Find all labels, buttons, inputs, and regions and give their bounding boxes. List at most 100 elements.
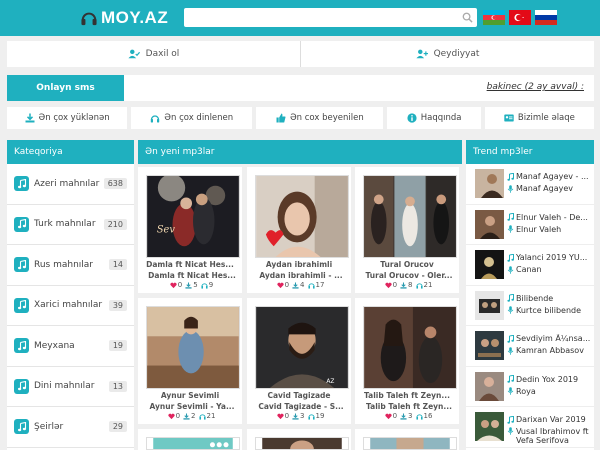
- song-card[interactable]: Aynur Sevimli Aynur Sevimli - Ya... 0 2 …: [138, 298, 242, 424]
- category-item-meyxana[interactable]: Meyxana 19: [7, 326, 134, 367]
- search-icon[interactable]: [462, 12, 473, 23]
- nav-most-liked[interactable]: Ən cox beyenilen: [256, 107, 384, 129]
- category-count-badge: 29: [108, 421, 127, 432]
- song-card[interactable]: [355, 429, 459, 450]
- nav-label: Ən cox beyenilen: [289, 113, 364, 123]
- tr-flag[interactable]: [509, 10, 531, 25]
- trend-item[interactable]: Yalanci 2019 YU... Canan: [466, 245, 594, 286]
- like-count: 0: [392, 412, 398, 420]
- download-icon: [185, 281, 192, 289]
- category-item-xarici[interactable]: Xarici mahnılar 39: [7, 286, 134, 326]
- song-card[interactable]: Sev Damla ft Nicat Hes... Damla ft Nicat…: [138, 167, 242, 293]
- song-title: Aynur Sevimli - Ya...: [149, 402, 235, 411]
- headphones-icon: [415, 413, 423, 420]
- music-note-icon: [507, 294, 514, 302]
- song-card[interactable]: AZ Cavid Tagizade Cavid Tagizade - S... …: [247, 298, 351, 424]
- nav-contact[interactable]: Bizimle əlaqe: [484, 107, 594, 129]
- song-stats: 0 8 21: [355, 281, 459, 289]
- download-count: 3: [300, 412, 305, 420]
- trend-artist: Kamran Abbasov: [516, 346, 584, 355]
- song-stats: 0 4 17: [247, 281, 351, 289]
- song-card[interactable]: Tural Orucov Tural Orucov - Oler... 0 8 …: [355, 167, 459, 293]
- like-count: 0: [175, 412, 181, 420]
- headphones-icon: [307, 413, 315, 420]
- nav-most-listened[interactable]: Ən çox dinlenen: [131, 107, 253, 129]
- song-card[interactable]: [138, 429, 242, 450]
- heart-icon: [384, 413, 392, 419]
- category-item-seirler[interactable]: Şeirlər 29: [7, 407, 134, 448]
- category-item-azeri[interactable]: Azeri mahnılar 638: [7, 164, 134, 205]
- song-title: Tural Orucov - Oler...: [365, 271, 453, 280]
- music-note-icon: [14, 257, 29, 273]
- trend-song-title: Dedin Yox 2019: [516, 374, 579, 384]
- music-note-icon: [14, 419, 29, 435]
- az-flag[interactable]: [483, 10, 505, 25]
- trend-cover-image: [475, 412, 504, 441]
- song-artist: Aynur Sevimli: [160, 391, 220, 400]
- trend-artist: Canan: [516, 265, 542, 274]
- online-sms-message[interactable]: bakinec (2 ay avval) :: [487, 82, 584, 92]
- download-icon: [400, 281, 407, 289]
- trend-item[interactable]: Manaf Agayev - ... Manaf Agayev: [466, 164, 594, 205]
- online-sms-bar: Onlayn sms bakinec (2 ay avval) :: [7, 75, 594, 101]
- login-label: Daxil ol: [145, 49, 180, 59]
- category-count-badge: 19: [108, 340, 127, 351]
- trend-item[interactable]: Bilibende Kurtce bilibende: [466, 286, 594, 326]
- newest-mp3-grid: Sev Damla ft Nicat Hes... Damla ft Nicat…: [138, 164, 462, 450]
- svg-text:AZ: AZ: [326, 379, 334, 385]
- trend-cover-image: [475, 209, 504, 239]
- site-logo[interactable]: MOY.AZ: [80, 7, 168, 29]
- info-icon: [407, 113, 417, 123]
- register-button[interactable]: Qeydiyyat: [301, 41, 594, 67]
- song-card[interactable]: Aydan ibrahimli Aydan ibrahimli - ... 0 …: [247, 167, 351, 293]
- category-label: Dini mahnılar: [34, 381, 95, 392]
- trend-item[interactable]: Darixan Var 2019 Vusal Ibrahimov ft Vefa…: [466, 407, 594, 448]
- nav-label: Ən çox yüklənən: [38, 113, 110, 123]
- heart-icon: [167, 413, 175, 419]
- trend-item[interactable]: Elnur Valeh - De... Elnur Valeh: [466, 205, 594, 245]
- category-item-dini[interactable]: Dini mahnılar 13: [7, 367, 134, 407]
- headphones-icon: [151, 115, 160, 123]
- album-cover-image: [363, 437, 457, 450]
- trend-cover-image: [475, 331, 504, 360]
- top-bar: MOY.AZ: [0, 0, 600, 36]
- song-artist: Damla ft Nicat Hes...: [146, 260, 234, 269]
- category-count-badge: 13: [108, 380, 127, 392]
- song-card[interactable]: [247, 429, 351, 450]
- category-label: Şeirlər: [34, 421, 64, 432]
- trend-artist: Manaf Agayev: [516, 184, 573, 193]
- song-artist: Talib Taleh ft Zeyn...: [364, 391, 450, 400]
- listen-count: 21: [206, 412, 216, 420]
- download-icon: [25, 113, 35, 123]
- category-label: Azeri mahnılar: [34, 178, 100, 189]
- trend-list: Manaf Agayev - ... Manaf Agayev Elnur Va…: [466, 164, 594, 450]
- nav-about[interactable]: Haqqında: [387, 107, 481, 129]
- trend-song-title: Sevdiyim Ã¼nsa...: [516, 334, 591, 343]
- microphone-icon: [507, 346, 514, 355]
- search-input[interactable]: [184, 8, 454, 27]
- trend-item[interactable]: Sevdiyim Ã¼nsa... Kamran Abbasov: [466, 326, 594, 367]
- nav-label: Bizimle əlaqe: [517, 113, 575, 123]
- music-note-icon: [14, 338, 29, 354]
- music-note-icon: [507, 415, 514, 424]
- trend-header: Trend mp3ler: [466, 140, 594, 164]
- trend-item[interactable]: Dedin Yox 2019 Roya: [466, 367, 594, 407]
- album-cover-image: [255, 175, 349, 258]
- song-stats: 0 5 9: [138, 281, 242, 289]
- microphone-icon: [507, 225, 514, 233]
- song-card[interactable]: Talib Taleh ft Zeyn... Talib Taleh ft Ze…: [355, 298, 459, 424]
- microphone-icon: [507, 265, 514, 274]
- category-list: Azeri mahnılar 638 Turk mahnılar 210 Rus…: [7, 164, 134, 450]
- ru-flag[interactable]: [535, 10, 557, 25]
- headphones-icon: [201, 282, 208, 289]
- trend-song-title: Elnur Valeh - De...: [516, 212, 588, 222]
- category-label: Meyxana: [34, 340, 75, 351]
- category-item-turk[interactable]: Turk mahnılar 210: [7, 205, 134, 245]
- download-icon: [292, 281, 299, 289]
- login-button[interactable]: Daxil ol: [7, 41, 301, 67]
- category-item-rus[interactable]: Rus mahnılar 14: [7, 245, 134, 286]
- nav-most-downloaded[interactable]: Ən çox yüklənən: [7, 107, 128, 129]
- music-note-icon: [507, 172, 514, 181]
- headphones-logo-icon: [81, 12, 97, 26]
- headphones-icon: [415, 282, 423, 289]
